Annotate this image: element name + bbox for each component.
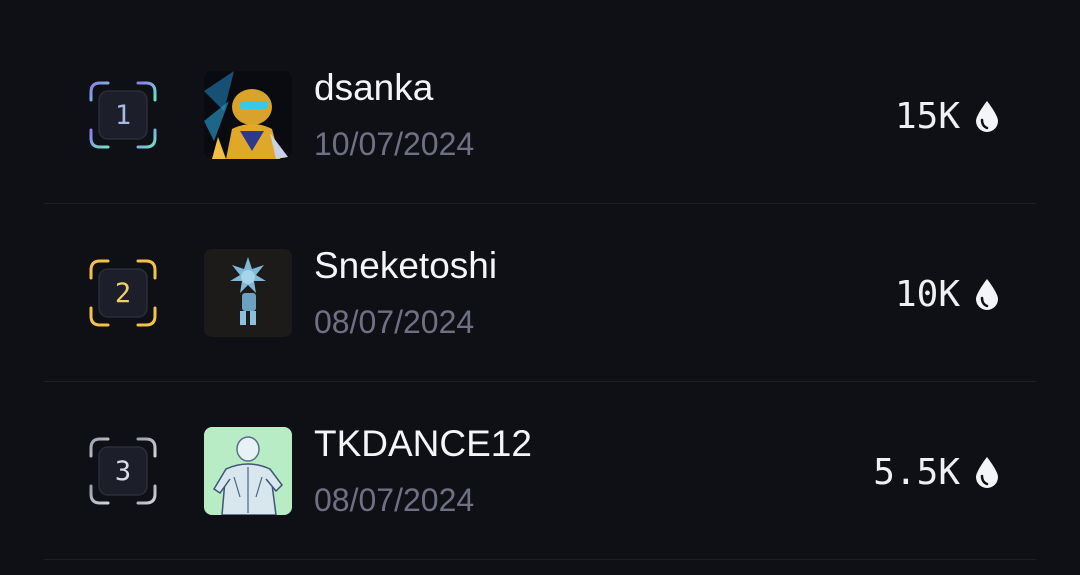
leaderboard-row[interactable]: 2 Sneketoshi 08/07/2024 10K (44, 204, 1036, 382)
user-name[interactable]: Sneketoshi (314, 242, 497, 290)
entry-date: 08/07/2024 (314, 304, 475, 340)
rank-badge: 3 (88, 436, 158, 506)
score-value: 15K (894, 95, 960, 137)
drop-icon (976, 101, 998, 132)
rank-number: 1 (114, 99, 132, 131)
leaderboard-list: 1 dsanka 10/07/2024 15K 2 Sneketoshi 08/… (0, 0, 1080, 575)
score: 10K (894, 273, 1000, 315)
rank-number: 3 (114, 455, 132, 487)
avatar[interactable] (204, 71, 292, 159)
avatar[interactable] (204, 249, 292, 337)
rank-badge: 2 (88, 258, 158, 328)
score: 5.5K (873, 451, 1000, 493)
rank-badge: 1 (88, 80, 158, 150)
avatar[interactable] (204, 427, 292, 515)
entry-date: 10/07/2024 (314, 126, 475, 162)
drop-icon (976, 457, 998, 488)
entry-date: 08/07/2024 (314, 482, 475, 518)
drop-icon (976, 279, 998, 310)
leaderboard-row[interactable]: 3 TKDANCE12 08/07/2024 5.5K (44, 382, 1036, 560)
leaderboard-row[interactable]: 1 dsanka 10/07/2024 15K (44, 26, 1036, 204)
user-name[interactable]: TKDANCE12 (314, 420, 532, 468)
rank-number: 2 (114, 277, 132, 309)
score: 15K (894, 95, 1000, 137)
user-name[interactable]: dsanka (314, 64, 433, 112)
score-value: 10K (894, 273, 960, 315)
score-value: 5.5K (873, 451, 960, 493)
